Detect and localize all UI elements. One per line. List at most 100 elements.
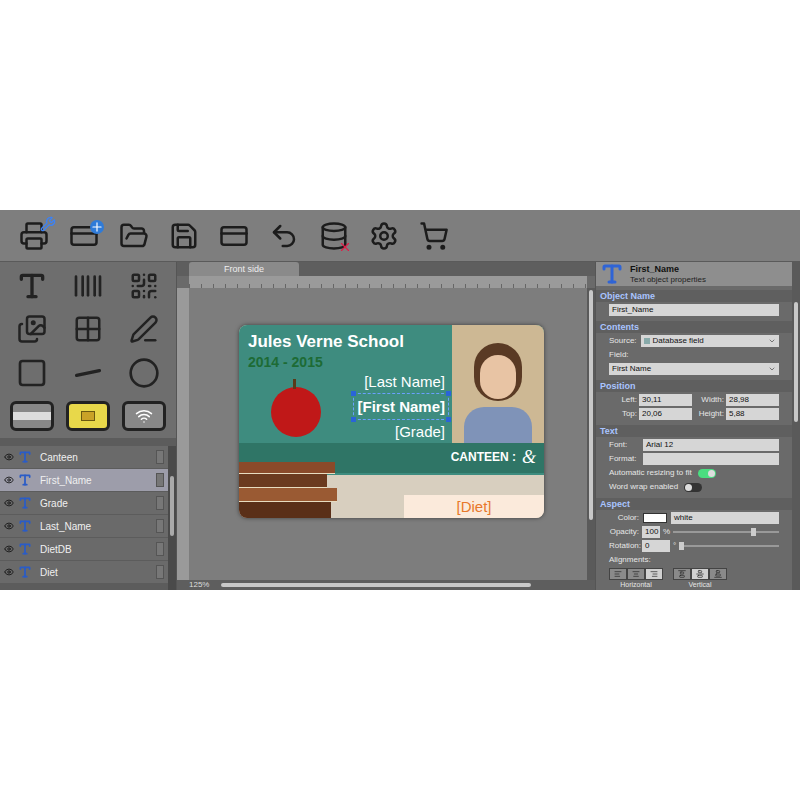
horizontal-align-button[interactable] bbox=[645, 568, 663, 580]
layer-row[interactable]: Grade bbox=[0, 492, 168, 514]
text-object-icon bbox=[600, 262, 624, 286]
settings-button[interactable] bbox=[362, 216, 406, 256]
zoom-level[interactable]: 125% bbox=[189, 580, 209, 590]
property-section: ContentsSource:Database fieldField:First… bbox=[596, 321, 792, 377]
signature-icon bbox=[129, 314, 159, 344]
section-heading: Aspect bbox=[596, 498, 792, 510]
text-layer-icon bbox=[18, 542, 32, 556]
grid-icon bbox=[73, 314, 103, 344]
chip-icon bbox=[66, 401, 110, 431]
property-section: AspectColor:whiteOpacity:100%Rotation:0°… bbox=[596, 498, 792, 592]
print-card-button[interactable] bbox=[212, 216, 256, 256]
layer-row[interactable]: Canteen bbox=[0, 446, 168, 468]
toggle-switch[interactable] bbox=[698, 469, 716, 478]
text-layer-icon bbox=[18, 473, 32, 487]
contactless-icon bbox=[122, 401, 166, 431]
shop-button[interactable] bbox=[412, 216, 456, 256]
layers-scrollbar[interactable] bbox=[168, 446, 176, 590]
database-button[interactable] bbox=[312, 216, 356, 256]
new-card-button[interactable] bbox=[62, 216, 106, 256]
canvas: Jules Verne School2014 - 2015[Last Name]… bbox=[189, 288, 587, 580]
canvas-status-bar: 125% bbox=[177, 580, 595, 590]
qrcode-tool[interactable] bbox=[116, 264, 172, 307]
side-tab[interactable]: Front side bbox=[189, 262, 299, 276]
rectangle-tool[interactable] bbox=[4, 351, 60, 394]
dropdown-icon bbox=[768, 365, 776, 373]
save-button[interactable] bbox=[162, 216, 206, 256]
card-text-field[interactable]: [Grade] bbox=[392, 419, 448, 444]
position-input[interactable]: 20,06 bbox=[639, 408, 692, 420]
image-tool[interactable] bbox=[4, 308, 60, 351]
chip-tool[interactable] bbox=[60, 395, 116, 438]
line-tool[interactable] bbox=[60, 351, 116, 394]
section-heading: Contents bbox=[596, 321, 792, 333]
visibility-icon[interactable] bbox=[4, 452, 14, 462]
color-swatch[interactable] bbox=[643, 513, 667, 523]
text-icon bbox=[16, 270, 48, 302]
slider[interactable] bbox=[679, 542, 779, 550]
horizontal-align-button[interactable] bbox=[627, 568, 645, 580]
layer-row[interactable]: Diet bbox=[0, 561, 168, 583]
open-button[interactable] bbox=[112, 216, 156, 256]
cart-icon bbox=[419, 221, 449, 251]
line-icon bbox=[64, 349, 111, 396]
visibility-icon[interactable] bbox=[4, 567, 14, 577]
section-heading: Position bbox=[596, 380, 792, 392]
magstripe-tool[interactable] bbox=[4, 395, 60, 438]
layer-row[interactable]: DietDB bbox=[0, 538, 168, 560]
canvas-horizontal-scrollbar[interactable] bbox=[221, 583, 531, 587]
print-button[interactable] bbox=[12, 216, 56, 256]
visibility-icon[interactable] bbox=[4, 475, 14, 485]
property-section: TextFont:Arial 12Format:Automatic resizi… bbox=[596, 425, 792, 495]
visibility-icon[interactable] bbox=[4, 544, 14, 554]
toggle-switch[interactable] bbox=[684, 483, 702, 492]
student-photo bbox=[452, 325, 544, 443]
vertical-align-button[interactable] bbox=[709, 568, 727, 580]
dropdown-icon bbox=[768, 337, 776, 345]
format-input[interactable] bbox=[643, 453, 779, 465]
field-select[interactable]: First Name bbox=[609, 363, 779, 375]
card-text-field[interactable]: [First Name] bbox=[354, 394, 448, 419]
undo-button[interactable] bbox=[262, 216, 306, 256]
horizontal-align-button[interactable] bbox=[609, 568, 627, 580]
opacity-input[interactable]: 100 bbox=[642, 526, 660, 538]
properties-header: First_NameText object properties bbox=[596, 262, 792, 286]
layers-list: CanteenFirst_NameGradeLast_NameDietDBDie… bbox=[0, 438, 176, 590]
font-input[interactable]: Arial 12 bbox=[643, 439, 779, 451]
align-icon bbox=[714, 570, 722, 578]
barcode-tool[interactable] bbox=[60, 264, 116, 307]
layer-row[interactable]: Last_Name bbox=[0, 515, 168, 537]
text-layer-icon bbox=[18, 496, 32, 510]
position-input[interactable]: 5,88 bbox=[726, 408, 779, 420]
layer-row[interactable]: First_Name bbox=[0, 469, 168, 491]
visibility-icon[interactable] bbox=[4, 521, 14, 531]
diet-field[interactable]: [Diet] bbox=[404, 495, 544, 518]
object-name-input[interactable]: First_Name bbox=[609, 304, 779, 316]
align-icon bbox=[650, 570, 658, 578]
vertical-align-button[interactable] bbox=[691, 568, 709, 580]
text-tool[interactable] bbox=[4, 264, 60, 307]
save-icon bbox=[169, 221, 199, 251]
signature-tool[interactable] bbox=[116, 308, 172, 351]
position-input[interactable]: 30,11 bbox=[639, 394, 692, 406]
horizontal-ruler bbox=[189, 276, 587, 288]
source-select[interactable]: Database field bbox=[641, 335, 779, 347]
visibility-icon[interactable] bbox=[4, 498, 14, 508]
gear-icon bbox=[369, 221, 399, 251]
apple-illustration bbox=[271, 387, 321, 437]
rectangle-icon bbox=[16, 357, 48, 389]
color-input[interactable]: white bbox=[671, 512, 779, 524]
ellipse-tool[interactable] bbox=[116, 351, 172, 394]
card-text-field[interactable]: [Last Name] bbox=[361, 369, 448, 394]
grid-tool[interactable] bbox=[60, 308, 116, 351]
barcode-icon bbox=[72, 270, 104, 302]
canvas-vertical-scrollbar[interactable] bbox=[587, 288, 595, 580]
vertical-align-button[interactable] bbox=[673, 568, 691, 580]
contactless-tool[interactable] bbox=[116, 395, 172, 438]
undo-icon bbox=[269, 221, 299, 251]
rotation-input[interactable]: 0 bbox=[642, 540, 670, 552]
properties-scrollbar[interactable] bbox=[792, 262, 800, 590]
slider[interactable] bbox=[673, 528, 779, 536]
position-input[interactable]: 28,98 bbox=[726, 394, 779, 406]
canteen-field: CANTEEN :& bbox=[451, 447, 536, 467]
